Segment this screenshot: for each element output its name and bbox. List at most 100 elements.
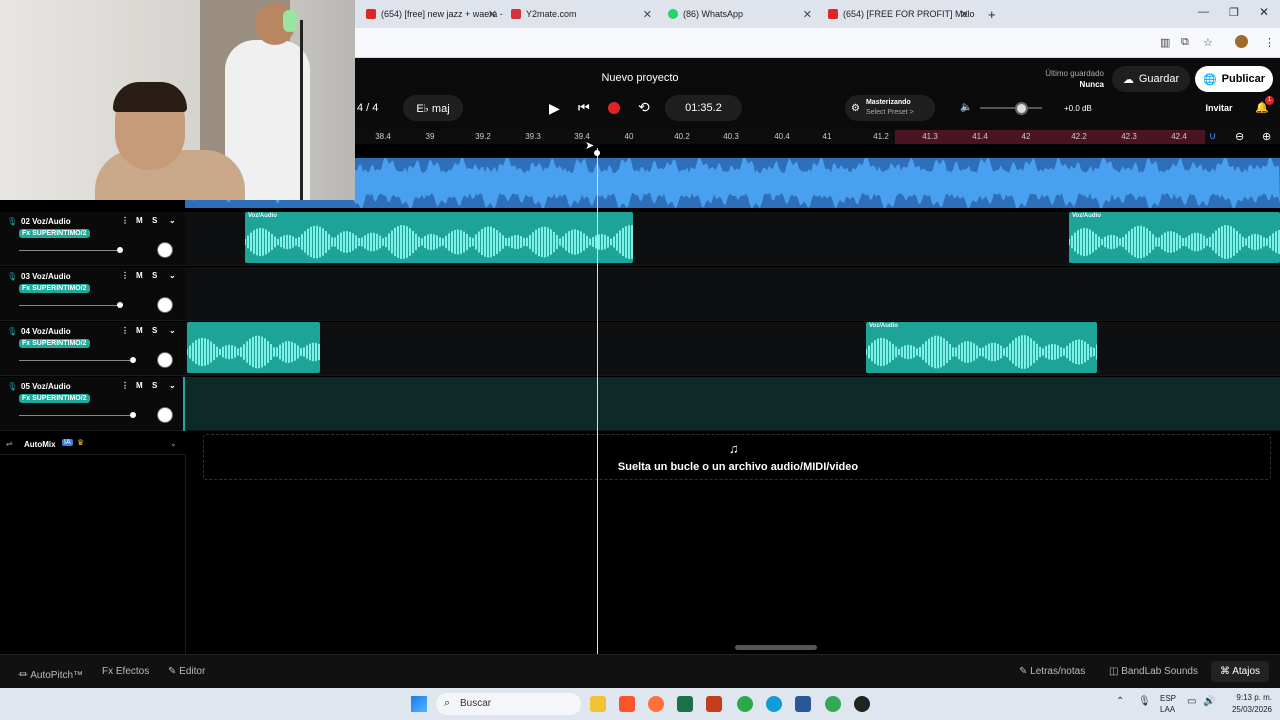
save-button[interactable]: ☁ Guardar: [1112, 66, 1190, 92]
language-top[interactable]: ESP: [1160, 694, 1176, 703]
windows-start-icon[interactable]: [411, 696, 427, 712]
track-volume-handle[interactable]: [117, 302, 123, 308]
fx-badge[interactable]: Fx SUPERINTIMO/2: [19, 229, 90, 238]
pan-knob[interactable]: [157, 407, 173, 423]
invite-button[interactable]: Invitar: [1196, 95, 1242, 121]
master-volume-slider[interactable]: [980, 107, 1042, 109]
browser-tab[interactable]: (654) [free] new jazz + waera - ✕: [358, 4, 503, 24]
clock-date[interactable]: 25/03/2026: [1222, 705, 1272, 714]
close-tab-icon[interactable]: ✕: [643, 8, 652, 21]
track-lane[interactable]: Voz/Audio Voz/Audio: [185, 212, 1280, 266]
time-signature[interactable]: 4 / 4: [357, 102, 378, 114]
solo-button[interactable]: S: [152, 381, 157, 390]
powerpoint-icon[interactable]: [706, 696, 722, 712]
chevron-down-icon[interactable]: ⌄: [169, 326, 176, 335]
bandlab-sounds-button[interactable]: ◫ BandLab Sounds: [1109, 666, 1198, 677]
file-explorer-icon[interactable]: [590, 696, 606, 712]
track-menu-icon[interactable]: ⋮: [121, 381, 129, 390]
editor-button[interactable]: ✎ Editor: [168, 666, 205, 677]
profile-avatar[interactable]: [1235, 35, 1248, 48]
close-tab-icon[interactable]: ✕: [803, 8, 812, 21]
lyrics-button[interactable]: ✎ Letras/notas: [1019, 666, 1085, 677]
microphone-icon[interactable]: 🎙: [1138, 696, 1151, 707]
track-volume-slider[interactable]: [19, 250, 120, 251]
speaker-icon[interactable]: 🔈: [960, 102, 972, 113]
track-title[interactable]: 04 Voz/Audio: [21, 327, 71, 336]
edge-icon[interactable]: [766, 696, 782, 712]
track-lane[interactable]: [185, 377, 1280, 431]
volume-icon[interactable]: 🔊: [1203, 696, 1215, 707]
effects-button[interactable]: Fx Efectos: [102, 666, 149, 677]
browser-tab[interactable]: (86) WhatsApp ✕: [660, 4, 818, 24]
audio-clip[interactable]: Voz/Audio: [1069, 212, 1280, 263]
automix-row[interactable]: ⇌ AutoMix IA ♛ ⌄: [0, 435, 185, 455]
mute-button[interactable]: M: [136, 381, 143, 390]
chevron-down-icon[interactable]: ⌄: [169, 381, 176, 390]
cast-icon[interactable]: ⧉: [1181, 36, 1189, 49]
loop-button[interactable]: ⟲: [638, 99, 650, 116]
close-window-icon[interactable]: ✕: [1259, 5, 1269, 19]
brave-icon[interactable]: [619, 696, 635, 712]
track-volume-handle[interactable]: [130, 412, 136, 418]
solo-button[interactable]: S: [152, 271, 157, 280]
track-volume-slider[interactable]: [19, 360, 133, 361]
chrome-icon[interactable]: [737, 696, 753, 712]
skip-back-button[interactable]: ⏮: [578, 100, 590, 116]
track-header[interactable]: 🎙 03 Voz/Audio Fx SUPERINTIMO/2 ⋮ M S ⌄: [0, 267, 185, 321]
new-tab-button[interactable]: +: [980, 4, 1000, 24]
chevron-down-icon[interactable]: ⌄: [170, 439, 177, 448]
tray-chevron-icon[interactable]: ⌃: [1116, 696, 1124, 707]
drop-zone[interactable]: ♫ Suelta un bucle o un archivo audio/MID…: [203, 434, 1271, 480]
chevron-down-icon[interactable]: ⌄: [169, 216, 176, 225]
excel-icon[interactable]: [677, 696, 693, 712]
track-title[interactable]: 05 Voz/Audio: [21, 382, 71, 391]
playhead-handle[interactable]: [594, 150, 600, 156]
solo-button[interactable]: S: [152, 326, 157, 335]
play-button[interactable]: ▶: [549, 100, 560, 117]
clock-time[interactable]: 9:13 p. m.: [1222, 693, 1272, 702]
track-title[interactable]: 03 Voz/Audio: [21, 272, 71, 281]
chevron-down-icon[interactable]: ⌄: [169, 271, 176, 280]
fx-badge[interactable]: Fx SUPERINTIMO/2: [19, 339, 90, 348]
bookmark-star-icon[interactable]: ☆: [1203, 36, 1213, 49]
master-volume-handle[interactable]: [1015, 102, 1028, 115]
zoom-out-icon[interactable]: ⊖: [1235, 130, 1244, 143]
zoom-in-icon[interactable]: ⊕: [1262, 130, 1271, 143]
language-bottom[interactable]: LAA: [1160, 705, 1175, 714]
key-selector[interactable]: E♭ maj: [403, 95, 463, 121]
audio-clip[interactable]: [187, 322, 320, 373]
fx-badge[interactable]: Fx SUPERINTIMO/2: [19, 394, 90, 403]
autopitch-button[interactable]: ⏛ AutoPitch™: [18, 666, 83, 681]
track-volume-handle[interactable]: [117, 247, 123, 253]
more-menu-icon[interactable]: ⋮: [1264, 36, 1275, 49]
track-volume-handle[interactable]: [130, 357, 136, 363]
close-tab-icon[interactable]: ✕: [960, 8, 969, 21]
mute-button[interactable]: M: [136, 326, 143, 335]
browser-tab[interactable]: (654) [FREE FOR PROFIT] Melo ✕: [820, 4, 975, 24]
track-volume-slider[interactable]: [19, 415, 133, 416]
fx-badge[interactable]: Fx SUPERINTIMO/2: [19, 284, 90, 293]
obs-icon[interactable]: [854, 696, 870, 712]
minimize-icon[interactable]: —: [1198, 6, 1209, 18]
mute-button[interactable]: M: [136, 216, 143, 225]
word-icon[interactable]: [795, 696, 811, 712]
mute-button[interactable]: M: [136, 271, 143, 280]
audio-clip[interactable]: Voz/Audio: [245, 212, 633, 263]
track-header[interactable]: 🎙 05 Voz/Audio Fx SUPERINTIMO/2 ⋮ M S ⌄: [0, 377, 185, 431]
reading-mode-icon[interactable]: ▥: [1160, 36, 1170, 49]
shortcuts-button[interactable]: ⌘ Atajos: [1211, 661, 1270, 682]
record-button[interactable]: [608, 102, 620, 114]
taskbar-search[interactable]: ⌕ Buscar: [436, 693, 581, 715]
audio-clip[interactable]: Voz/Audio: [866, 322, 1097, 373]
restore-icon[interactable]: ❐: [1229, 6, 1239, 19]
magnet-icon[interactable]: ∪: [1209, 131, 1216, 142]
network-icon[interactable]: ▭: [1187, 696, 1196, 707]
address-bar[interactable]: [355, 32, 1145, 54]
pan-knob[interactable]: [157, 297, 173, 313]
pan-knob[interactable]: [157, 242, 173, 258]
track-header[interactable]: 🎙 02 Voz/Audio Fx SUPERINTIMO/2 ⋮ M S ⌄: [0, 212, 185, 266]
chrome-profile-icon[interactable]: [825, 696, 841, 712]
pan-knob[interactable]: [157, 352, 173, 368]
track-lane[interactable]: Voz/Audio: [185, 322, 1280, 376]
publish-button[interactable]: 🌐 Publicar: [1195, 66, 1273, 92]
